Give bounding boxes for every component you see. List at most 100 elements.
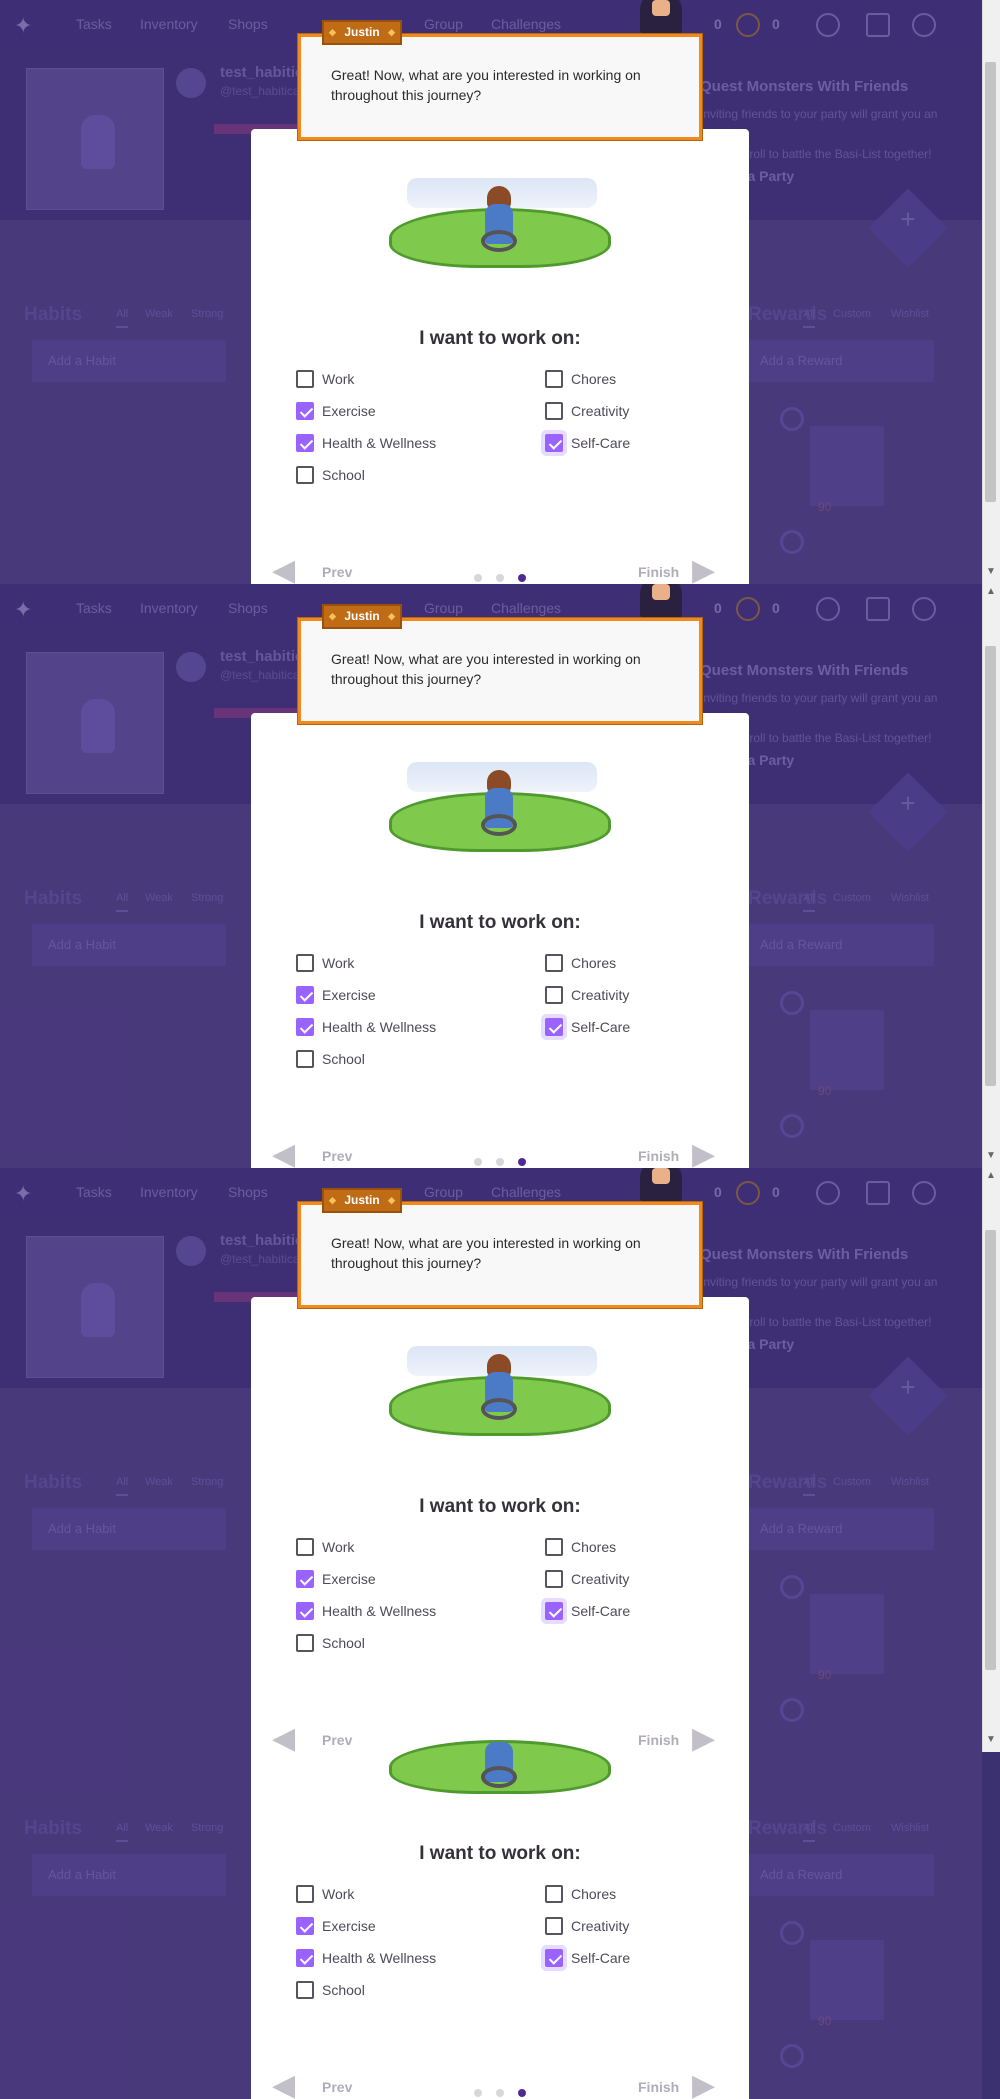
option-label: Health & Wellness	[322, 1950, 437, 1966]
option-label: Work	[322, 1539, 355, 1555]
arrow-right-icon[interactable]: ▶	[692, 556, 726, 585]
hero-wheelchair	[481, 1398, 517, 1420]
checkbox[interactable]	[296, 1885, 314, 1903]
finish-button[interactable]: Finish	[638, 2079, 679, 2095]
hero-wheelchair	[481, 1766, 517, 1788]
checkbox-checked[interactable]	[296, 1602, 314, 1620]
scroll-up-arrow-icon[interactable]: ▲	[985, 1170, 997, 1181]
prev-button[interactable]: Prev	[322, 1732, 352, 1748]
option-label: Chores	[571, 371, 617, 387]
option-label: Chores	[571, 1539, 617, 1555]
screen-frame-3: ✦ Tasks Inventory Shops Group Challenges…	[0, 1168, 1000, 2099]
arrow-right-icon[interactable]: ▶	[692, 1724, 726, 1754]
scroll-up-arrow-icon[interactable]: ▲	[985, 586, 997, 597]
scroll-down-arrow-icon[interactable]: ▼	[985, 1150, 997, 1161]
checkbox[interactable]	[296, 466, 314, 484]
arrow-right-icon[interactable]: ▶	[692, 1140, 726, 1169]
option-label: Self-Care	[571, 1603, 631, 1619]
step-dot[interactable]	[496, 1158, 504, 1166]
scroll-down-arrow-icon[interactable]: ▼	[985, 566, 997, 577]
hero-scene	[389, 1346, 611, 1456]
prev-button[interactable]: Prev	[322, 1148, 352, 1164]
modal-heading: I want to work on:	[419, 328, 581, 349]
option-label: Creativity	[571, 1918, 630, 1934]
checkbox-checked[interactable]	[296, 1949, 314, 1967]
option-label: Work	[322, 1886, 355, 1902]
guide-speech-bubble: Great! Now, what are you interested in w…	[298, 34, 702, 140]
hero-scene	[389, 178, 611, 288]
checkbox-checked[interactable]	[545, 1949, 563, 1967]
guide-message: Great! Now, what are you interested in w…	[331, 1235, 641, 1271]
justin-face	[652, 584, 670, 600]
step-dot[interactable]	[474, 574, 482, 582]
option-label: Health & Wellness	[322, 1603, 437, 1619]
step-dot-current[interactable]	[518, 2089, 526, 2097]
screen-frame-2: ✦ Tasks Inventory Shops Group Challenges…	[0, 584, 1000, 1168]
hero-scene	[389, 762, 611, 872]
checkbox[interactable]	[296, 1981, 314, 1999]
step-dot-current[interactable]	[518, 1158, 526, 1166]
checkbox-checked[interactable]	[296, 1917, 314, 1935]
checkbox-checked[interactable]	[545, 1018, 563, 1036]
prev-button[interactable]: Prev	[322, 2079, 352, 2095]
checkbox[interactable]	[545, 370, 563, 388]
option-label: Chores	[571, 955, 617, 971]
checkbox-checked[interactable]	[296, 986, 314, 1004]
checkbox[interactable]	[296, 1050, 314, 1068]
option-label: Chores	[571, 1886, 617, 1902]
checkbox[interactable]	[545, 1570, 563, 1588]
guide-name-tag: Justin	[322, 604, 402, 629]
finish-button[interactable]: Finish	[638, 564, 679, 580]
option-label: Self-Care	[571, 1950, 631, 1966]
scrollbar-thumb[interactable]	[985, 62, 996, 502]
prev-button[interactable]: Prev	[322, 564, 352, 580]
step-dot[interactable]	[474, 2089, 482, 2097]
finish-button[interactable]: Finish	[638, 1148, 679, 1164]
checkbox[interactable]	[545, 1538, 563, 1556]
scrollbar-thumb[interactable]	[985, 646, 996, 1086]
arrow-left-icon[interactable]: ◀	[272, 556, 306, 585]
guide-speech-bubble: Great! Now, what are you interested in w…	[298, 1202, 702, 1308]
option-label: Work	[322, 371, 355, 387]
finish-button[interactable]: Finish	[638, 1732, 679, 1748]
option-label: School	[322, 467, 365, 483]
option-label: Creativity	[571, 987, 630, 1003]
modal-heading: I want to work on:	[419, 1843, 581, 1864]
option-label: Exercise	[322, 403, 376, 419]
checkbox[interactable]	[296, 1538, 314, 1556]
scroll-down-arrow-icon[interactable]: ▼	[985, 1734, 997, 1745]
checkbox-checked[interactable]	[296, 1018, 314, 1036]
checkbox-checked[interactable]	[545, 1602, 563, 1620]
step-dot-current[interactable]	[518, 574, 526, 582]
arrow-left-icon[interactable]: ◀	[272, 1140, 306, 1169]
checkbox-checked[interactable]	[545, 434, 563, 452]
guide-message: Great! Now, what are you interested in w…	[331, 67, 641, 103]
hero-wheelchair	[481, 814, 517, 836]
checkbox-checked[interactable]	[296, 1570, 314, 1588]
checkbox[interactable]	[545, 986, 563, 1004]
checkbox[interactable]	[545, 1917, 563, 1935]
option-label: School	[322, 1635, 365, 1651]
checkbox-checked[interactable]	[296, 434, 314, 452]
step-dot[interactable]	[496, 574, 504, 582]
checkbox[interactable]	[296, 1634, 314, 1652]
arrow-left-icon[interactable]: ◀	[272, 2071, 306, 2099]
checkbox[interactable]	[296, 954, 314, 972]
guide-name-tag: Justin	[322, 1188, 402, 1213]
arrow-left-icon[interactable]: ◀	[272, 1724, 306, 1754]
scrollbar-thumb[interactable]	[985, 1230, 996, 1670]
guide-message: Great! Now, what are you interested in w…	[331, 651, 641, 687]
option-label: School	[322, 1982, 365, 1998]
checkbox[interactable]	[545, 402, 563, 420]
checkbox-checked[interactable]	[296, 402, 314, 420]
option-label: Work	[322, 955, 355, 971]
checkbox[interactable]	[296, 370, 314, 388]
step-dot[interactable]	[474, 1158, 482, 1166]
checkbox[interactable]	[545, 954, 563, 972]
modal-heading: I want to work on:	[419, 1496, 581, 1517]
checkbox[interactable]	[545, 1885, 563, 1903]
modal-heading: I want to work on:	[419, 912, 581, 933]
step-dot[interactable]	[496, 2089, 504, 2097]
arrow-right-icon[interactable]: ▶	[692, 2071, 726, 2099]
option-label: Self-Care	[571, 435, 631, 451]
